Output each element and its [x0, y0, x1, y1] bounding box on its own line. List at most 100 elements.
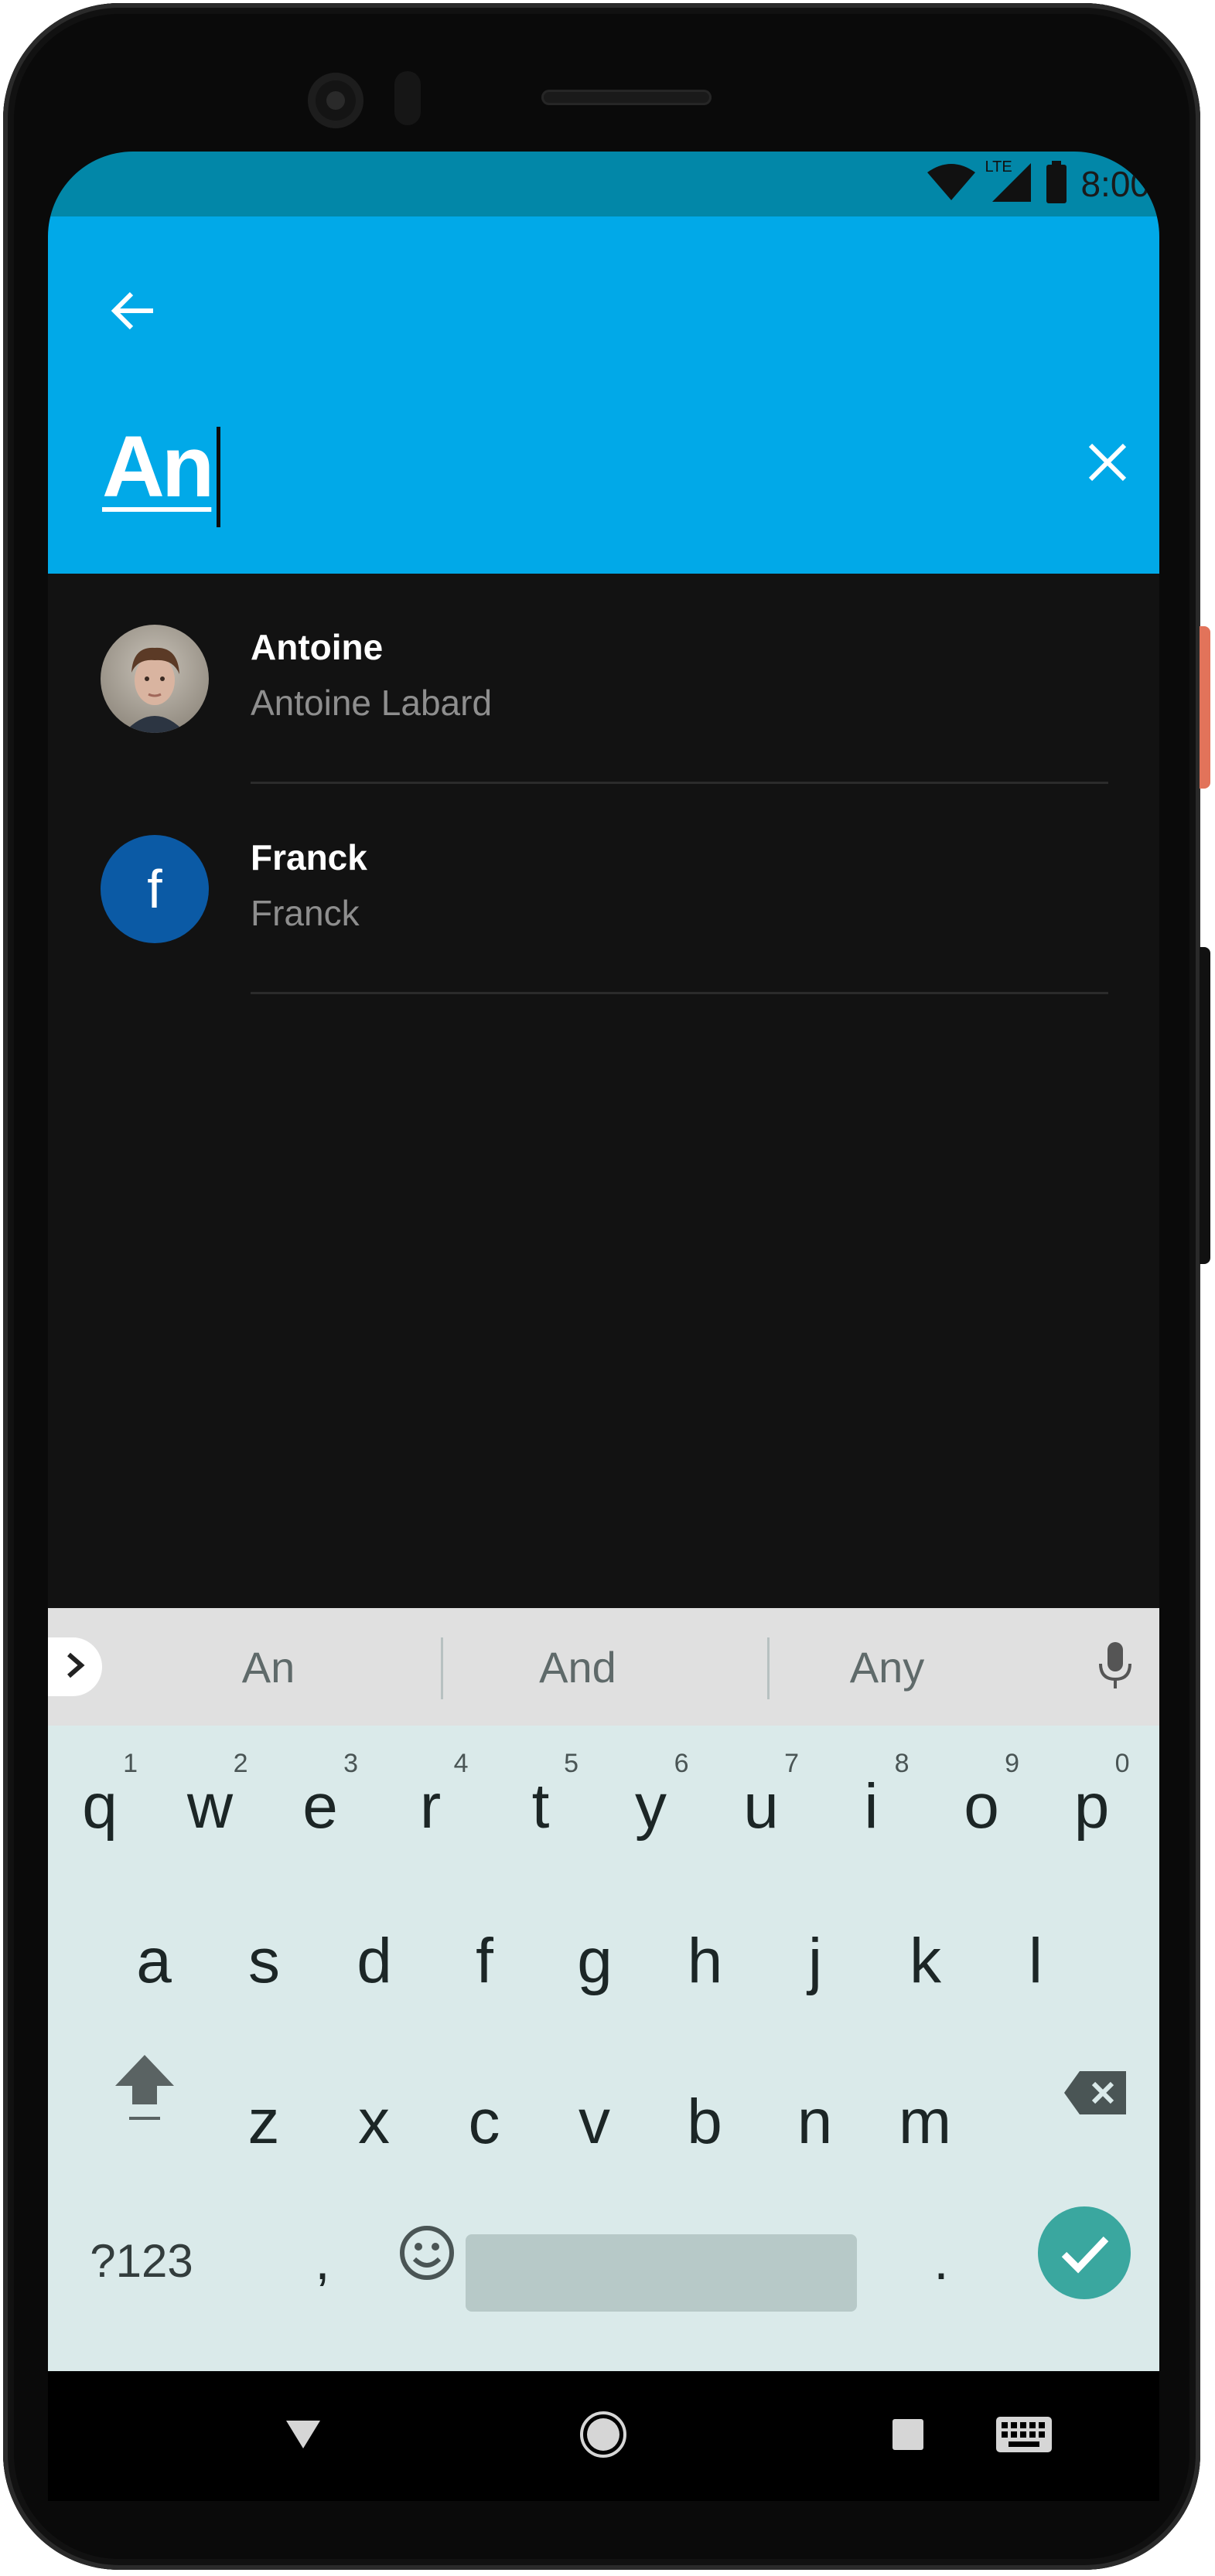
key-w[interactable]: w2: [155, 1732, 265, 1886]
key-y[interactable]: y6: [596, 1732, 706, 1886]
key-k[interactable]: k: [871, 1886, 981, 2041]
keyboard-icon: [995, 2415, 1053, 2458]
key-hint: 6: [674, 1749, 689, 1778]
period-key[interactable]: .: [899, 2183, 984, 2338]
key-u[interactable]: u7: [706, 1732, 816, 1886]
comma-key[interactable]: ,: [280, 2183, 365, 2338]
status-time: 8:00: [1080, 164, 1150, 204]
key-label: r: [419, 1771, 442, 1842]
key-hint: 9: [1005, 1749, 1019, 1778]
key-label: t: [531, 1771, 550, 1842]
key-c[interactable]: c: [429, 2047, 539, 2202]
search-app-bar: [48, 216, 1159, 574]
key-h[interactable]: h: [650, 1886, 760, 2041]
status-icons: LTE 8:00: [926, 158, 1150, 207]
key-label: q: [82, 1771, 118, 1842]
key-j[interactable]: j: [760, 1886, 870, 2041]
search-input[interactable]: [102, 416, 1015, 516]
key-label: b: [687, 2087, 722, 2157]
close-icon: [1086, 441, 1129, 488]
key-label: g: [577, 1926, 613, 1996]
keyboard-expand-button[interactable]: [48, 1637, 102, 1696]
voice-input-button[interactable]: [1084, 1636, 1146, 1698]
back-arrow-icon: [108, 286, 158, 339]
key-label: l: [1028, 1926, 1043, 1996]
home-circle-icon: [578, 2410, 628, 2463]
key-label: k: [910, 1926, 941, 1996]
nav-recents-button[interactable]: [869, 2397, 947, 2475]
shift-key[interactable]: [87, 2018, 203, 2172]
key-b[interactable]: b: [650, 2047, 759, 2202]
list-item[interactable]: Antoine Antoine Labard: [48, 574, 1159, 784]
key-e[interactable]: e3: [265, 1732, 375, 1886]
suggestion-strip: An And Any: [48, 1608, 1159, 1726]
key-label: e: [302, 1771, 338, 1842]
earpiece-speaker: [541, 90, 712, 105]
clear-search-button[interactable]: [1069, 425, 1146, 503]
system-nav-bar: [48, 2371, 1159, 2501]
symbols-key[interactable]: ?123: [76, 2183, 207, 2338]
key-label: o: [964, 1771, 999, 1842]
chevron-right-icon: [61, 1650, 89, 1685]
key-i[interactable]: i8: [817, 1732, 927, 1886]
key-label: j: [807, 1926, 823, 1996]
key-p[interactable]: p0: [1037, 1732, 1147, 1886]
wifi-icon: [926, 163, 977, 206]
key-label: p: [1073, 1771, 1110, 1842]
key-z[interactable]: z: [209, 2047, 319, 2202]
suggestion-1[interactable]: An: [156, 1608, 381, 1726]
key-hint: 0: [1114, 1749, 1130, 1778]
avatar: f: [101, 835, 209, 943]
key-hint: 1: [123, 1749, 138, 1778]
shift-arrow-icon: [112, 2050, 177, 2140]
key-label: f: [476, 1926, 493, 1996]
key-label: z: [247, 2087, 280, 2157]
key-f[interactable]: f: [430, 1886, 540, 2041]
status-bar: LTE 8:00: [48, 152, 1159, 216]
enter-key[interactable]: [1022, 2183, 1146, 2338]
result-title: Antoine: [251, 627, 384, 667]
key-hint: 7: [784, 1749, 799, 1778]
nav-back-button[interactable]: [265, 2397, 342, 2475]
key-label: c: [468, 2087, 500, 2157]
back-button[interactable]: [94, 274, 172, 351]
key-label: y: [635, 1771, 667, 1842]
key-q[interactable]: q1: [48, 1732, 155, 1886]
suggestion-3[interactable]: Any: [775, 1608, 999, 1726]
key-label: d: [357, 1926, 392, 1996]
key-label: w: [186, 1771, 234, 1842]
suggestion-2[interactable]: And: [466, 1608, 690, 1726]
avatar: [101, 625, 209, 733]
key-v[interactable]: v: [540, 2047, 650, 2202]
nav-keyboard-button[interactable]: [985, 2397, 1063, 2475]
key-x[interactable]: x: [319, 2047, 429, 2202]
key-label: i: [864, 1771, 879, 1842]
key-hint: 4: [453, 1749, 469, 1778]
screen: LTE 8:00 An Antoine Antoine Labard f Fra…: [48, 152, 1159, 2371]
key-label: u: [743, 1771, 779, 1842]
soft-keyboard: An And Any q1w2e3r4t5y6u7i8o9p0asdfghjkl…: [48, 1608, 1159, 2371]
backspace-key[interactable]: [1038, 2018, 1154, 2172]
key-n[interactable]: n: [760, 2047, 870, 2202]
key-label: n: [797, 2087, 833, 2157]
key-t[interactable]: t5: [486, 1732, 596, 1886]
key-label: h: [687, 1926, 723, 1996]
spacebar[interactable]: [466, 2234, 857, 2312]
key-r[interactable]: r4: [376, 1732, 486, 1886]
key-m[interactable]: m: [870, 2047, 980, 2202]
key-d[interactable]: d: [319, 1886, 429, 2041]
power-button: [1200, 626, 1210, 789]
cell-signal-icon: LTE: [985, 158, 1032, 207]
result-subtitle: Franck: [251, 893, 360, 933]
microphone-icon: [1096, 1641, 1135, 1694]
key-g[interactable]: g: [540, 1886, 650, 2041]
key-s[interactable]: s: [210, 1886, 319, 2041]
key-o[interactable]: o9: [927, 1732, 1036, 1886]
emoji-key[interactable]: [373, 2183, 481, 2338]
key-hint: 3: [343, 1749, 358, 1778]
text-caret: [217, 427, 220, 527]
list-item[interactable]: f Franck Franck: [48, 784, 1159, 994]
key-label: m: [898, 2087, 952, 2157]
nav-home-button[interactable]: [565, 2397, 642, 2475]
backspace-icon: [1063, 2059, 1129, 2131]
